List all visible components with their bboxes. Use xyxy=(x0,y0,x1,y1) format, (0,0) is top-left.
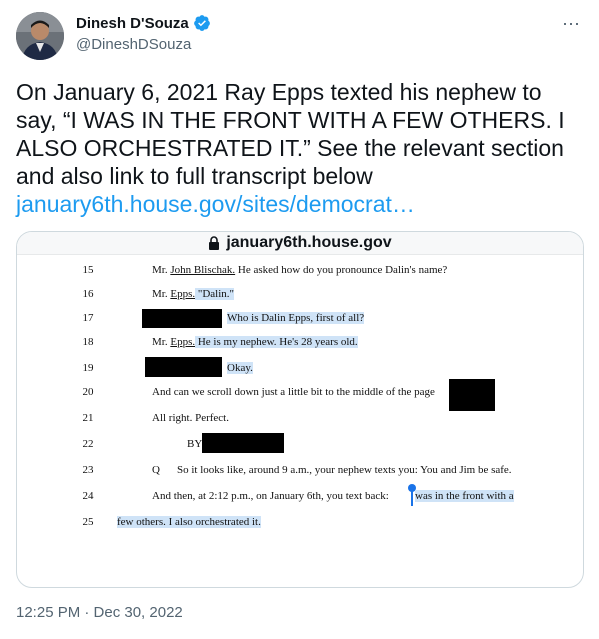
line-number: 20 xyxy=(82,386,94,398)
speaker-name: Epps. xyxy=(170,336,196,348)
line-number: 21 xyxy=(82,412,94,424)
line-text: Okay. xyxy=(227,362,253,374)
line-text: All right. Perfect. xyxy=(152,412,229,424)
redaction-block xyxy=(449,379,495,411)
avatar-image xyxy=(16,12,64,60)
speaker-name: Epps. xyxy=(170,288,196,300)
tweet-text: On January 6, 2021 Ray Epps texted his n… xyxy=(16,78,588,218)
line-number: 16 xyxy=(82,288,94,300)
transcript-line: 15 Mr. John Blischak. He asked how do yo… xyxy=(17,261,583,281)
line-number: 19 xyxy=(82,362,94,374)
selection-cursor xyxy=(411,490,413,506)
line-text: He asked how do you pronounce Dalin's na… xyxy=(235,264,448,276)
line-text: And then, at 2:12 p.m., on January 6th, … xyxy=(152,490,389,502)
url-text: january6th.house.gov xyxy=(226,234,392,251)
line-text: So it looks like, around 9 a.m., your ne… xyxy=(177,464,512,476)
line-number: 23 xyxy=(82,464,94,476)
author-handle[interactable]: @DineshDSouza xyxy=(76,36,191,53)
question-marker: Q xyxy=(152,464,160,476)
line-number: 18 xyxy=(82,336,94,348)
verified-badge-icon xyxy=(193,15,210,31)
line-text: Mr. xyxy=(152,288,171,300)
lock-icon xyxy=(209,236,220,250)
avatar[interactable] xyxy=(16,12,64,60)
highlighted-text: was in the front with a xyxy=(415,490,514,502)
transcript-line: 18 Mr. Epps. He is my nephew. He's 28 ye… xyxy=(17,333,583,353)
transcript-document: 15 Mr. John Blischak. He asked how do yo… xyxy=(17,255,583,587)
line-text: Mr. xyxy=(152,264,171,276)
line-text: And can we scroll down just a little bit… xyxy=(152,386,435,398)
transcript-line: 20 And can we scroll down just a little … xyxy=(17,379,583,411)
highlighted-text: few others. I also orchestrated it. xyxy=(117,516,261,528)
redaction-block xyxy=(145,357,222,377)
transcript-line: 22 BY xyxy=(17,433,583,455)
transcript-line: 23 Q So it looks like, around 9 a.m., yo… xyxy=(17,461,583,481)
transcript-line: 25 few others. I also orchestrated it. xyxy=(17,513,583,533)
url-bar: january6th.house.gov xyxy=(17,232,583,255)
transcript-line: 16 Mr. Epps. "Dalin." xyxy=(17,285,583,305)
redaction-block xyxy=(142,309,222,328)
media-card[interactable]: january6th.house.gov 15 Mr. John Blischa… xyxy=(16,231,584,588)
line-text: He is my nephew. He's 28 years old. xyxy=(195,336,358,348)
author-name[interactable]: Dinesh D'Souza xyxy=(76,15,189,32)
tweet-body: On January 6, 2021 Ray Epps texted his n… xyxy=(16,79,565,189)
line-number: 24 xyxy=(82,490,94,502)
tweet-link[interactable]: january6th.house.gov/sites/democrat… xyxy=(16,191,415,217)
tweet-timestamp[interactable]: 12:25 PM · Dec 30, 2022 xyxy=(16,604,183,621)
line-text: Mr. xyxy=(152,336,171,348)
line-text: "Dalin." xyxy=(195,288,235,300)
author-name-row[interactable]: Dinesh D'Souza xyxy=(76,14,211,32)
line-number: 22 xyxy=(82,438,94,450)
line-number: 25 xyxy=(82,516,94,528)
more-options-icon[interactable]: ⋯ xyxy=(562,14,581,35)
line-text: BY xyxy=(187,438,203,450)
redaction-block xyxy=(202,433,284,453)
transcript-line: 21 All right. Perfect. xyxy=(17,409,583,429)
line-number: 17 xyxy=(82,312,94,324)
transcript-line: 17 Who is Dalin Epps, first of all? xyxy=(17,309,583,329)
transcript-line: 19 Okay. xyxy=(17,357,583,379)
speaker-name: John Blischak. xyxy=(170,264,236,276)
transcript-line: 24 And then, at 2:12 p.m., on January 6t… xyxy=(17,484,583,507)
line-text: Who is Dalin Epps, first of all? xyxy=(227,312,365,324)
line-number: 15 xyxy=(82,264,94,276)
